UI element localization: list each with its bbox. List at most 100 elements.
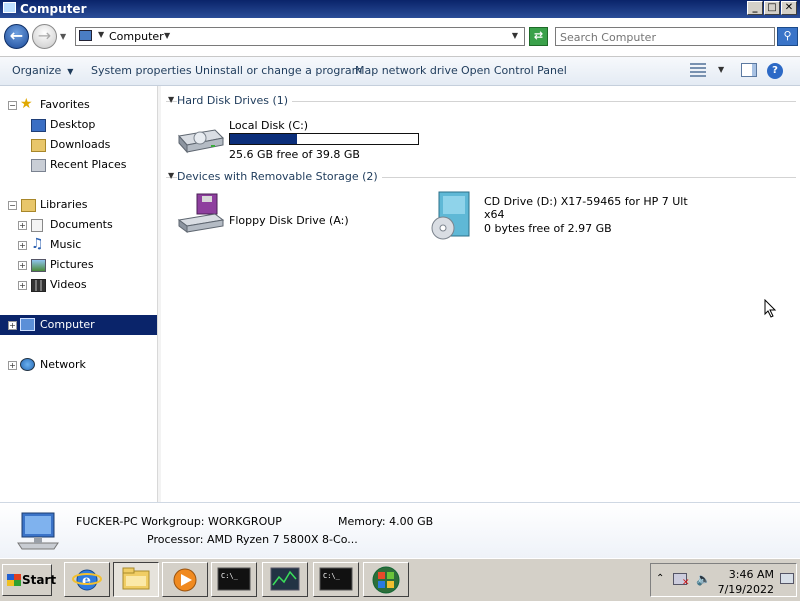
show-hidden-icons-icon[interactable]: ⌃ bbox=[656, 573, 664, 584]
organize-menu[interactable]: Organize ▼ bbox=[12, 64, 73, 77]
expand-icon[interactable]: + bbox=[18, 261, 27, 270]
title-bar: Computer _ □ ✕ bbox=[0, 0, 800, 18]
nav-music[interactable]: + ♫ Music bbox=[0, 236, 157, 254]
group-title-removable: Devices with Removable Storage (2) bbox=[177, 170, 382, 183]
preview-pane-icon[interactable] bbox=[741, 63, 757, 77]
view-options-dropdown-icon[interactable]: ▼ bbox=[718, 65, 724, 74]
hard-drive-icon bbox=[178, 129, 225, 154]
nav-recent-places[interactable]: Recent Places bbox=[0, 156, 157, 174]
clock-time[interactable]: 3:46 AM bbox=[729, 568, 774, 581]
address-bar-row: ← → ▼ ▼ Computer ▼ ▼ ⇄ ⚲ bbox=[0, 18, 800, 57]
svg-text:C:\_: C:\_ bbox=[323, 572, 341, 580]
drive-cd[interactable]: CD Drive (D:) X17-59465 for HP 7 Ult x64… bbox=[429, 190, 688, 242]
windows-explorer-icon bbox=[122, 567, 150, 590]
window-title: Computer bbox=[20, 2, 87, 16]
nav-documents-label: Documents bbox=[50, 218, 113, 231]
taskbar-internet-explorer[interactable]: e bbox=[64, 562, 110, 597]
breadcrumb-computer[interactable]: Computer bbox=[109, 30, 164, 43]
taskbar: Start e C:\_ C:\_ ⌃ ✕ 🔈 3:46 AM 7/19/202… bbox=[0, 558, 800, 601]
group-header-removable-storage[interactable]: ▼ Devices with Removable Storage (2) bbox=[166, 170, 796, 184]
nav-libraries[interactable]: − Libraries bbox=[0, 196, 157, 214]
svg-text:C:\_: C:\_ bbox=[221, 572, 239, 580]
search-box[interactable] bbox=[555, 27, 775, 46]
expand-icon[interactable]: + bbox=[18, 221, 27, 230]
expand-icon[interactable]: + bbox=[18, 241, 27, 250]
nav-downloads[interactable]: Downloads bbox=[0, 136, 157, 154]
drive-local-disk[interactable]: Local Disk (C:) 25.6 GB free of 39.8 GB bbox=[175, 116, 425, 161]
taskbar-media-player[interactable] bbox=[162, 562, 208, 597]
address-box[interactable]: ▼ Computer ▼ ▼ bbox=[75, 27, 525, 46]
pictures-icon bbox=[31, 259, 46, 272]
address-dropdown-icon[interactable]: ▼ bbox=[512, 31, 518, 40]
nav-network[interactable]: + Network bbox=[0, 356, 157, 374]
workgroup-value: Workgroup: WORKGROUP bbox=[141, 515, 282, 528]
content-pane: ▼ Hard Disk Drives (1) Local Disk (C:) 2… bbox=[161, 86, 800, 502]
system-properties-button[interactable]: System properties bbox=[91, 64, 192, 77]
expand-icon[interactable]: + bbox=[8, 321, 17, 330]
expand-icon[interactable]: + bbox=[8, 361, 17, 370]
open-control-panel-button[interactable]: Open Control Panel bbox=[461, 64, 567, 77]
taskbar-windows-orb[interactable] bbox=[363, 562, 409, 597]
nav-computer[interactable]: + Computer bbox=[0, 315, 157, 335]
nav-desktop[interactable]: Desktop bbox=[0, 116, 157, 134]
breadcrumb-separator-icon[interactable]: ▼ bbox=[98, 30, 104, 39]
nav-favorites-label: Favorites bbox=[40, 98, 90, 111]
libraries-icon bbox=[21, 199, 36, 212]
search-input[interactable] bbox=[558, 29, 772, 45]
map-network-drive-button[interactable]: Map network drive bbox=[355, 64, 458, 77]
drive-label: CD Drive (D:) X17-59465 for HP 7 Ult bbox=[484, 195, 688, 208]
nav-videos-label: Videos bbox=[50, 278, 87, 291]
change-view-icon[interactable] bbox=[690, 63, 706, 77]
recent-pages-dropdown-icon[interactable]: ▼ bbox=[60, 32, 66, 41]
desktop-icon bbox=[31, 119, 46, 132]
memory-value: Memory: 4.00 GB bbox=[338, 515, 434, 528]
nav-libraries-label: Libraries bbox=[40, 198, 88, 211]
collapse-group-icon[interactable]: ▼ bbox=[168, 171, 174, 180]
music-note-icon: ♫ bbox=[31, 236, 44, 252]
collapse-icon[interactable]: − bbox=[8, 201, 17, 210]
organize-label: Organize bbox=[12, 64, 62, 77]
network-icon bbox=[20, 358, 35, 371]
maximize-button[interactable]: □ bbox=[764, 1, 780, 15]
nav-documents[interactable]: + Documents bbox=[0, 216, 157, 234]
show-desktop-icon[interactable] bbox=[780, 573, 794, 584]
processor-value: Processor: AMD Ryzen 7 5800X 8-Co... bbox=[147, 533, 358, 546]
drive-free-space: 0 bytes free of 2.97 GB bbox=[484, 222, 612, 235]
nav-pictures[interactable]: + Pictures bbox=[0, 256, 157, 274]
nav-pictures-label: Pictures bbox=[50, 258, 94, 271]
back-button[interactable]: ← bbox=[4, 24, 29, 49]
media-player-icon bbox=[173, 568, 197, 592]
capacity-bar-fill bbox=[230, 134, 298, 144]
group-header-hard-disk-drives[interactable]: ▼ Hard Disk Drives (1) bbox=[166, 94, 796, 108]
cd-drive-icon bbox=[431, 191, 470, 240]
command-prompt-icon: C:\_ bbox=[217, 567, 251, 591]
svg-text:e: e bbox=[82, 573, 91, 589]
volume-muted-icon[interactable]: 🔈 bbox=[696, 572, 711, 586]
windows-orb-icon bbox=[372, 566, 400, 594]
computer-icon bbox=[3, 2, 16, 13]
search-icon[interactable]: ⚲ bbox=[777, 27, 798, 46]
collapse-icon[interactable]: − bbox=[8, 101, 17, 110]
nav-favorites[interactable]: − ★ Favorites bbox=[0, 96, 157, 114]
taskbar-task-manager[interactable] bbox=[262, 562, 308, 597]
close-button[interactable]: ✕ bbox=[781, 1, 797, 15]
nav-videos[interactable]: + Videos bbox=[0, 276, 157, 294]
help-icon[interactable]: ? bbox=[767, 63, 783, 79]
command-prompt-icon: C:\_ bbox=[319, 567, 353, 591]
expand-icon[interactable]: + bbox=[18, 281, 27, 290]
drive-label: Floppy Disk Drive (A:) bbox=[229, 214, 349, 227]
taskbar-command-prompt-1[interactable]: C:\_ bbox=[211, 562, 257, 597]
videos-icon bbox=[31, 279, 46, 292]
start-button[interactable]: Start bbox=[2, 564, 56, 596]
breadcrumb-chevron-icon[interactable]: ▼ bbox=[164, 31, 170, 40]
collapse-group-icon[interactable]: ▼ bbox=[168, 95, 174, 104]
clock-date[interactable]: 7/19/2022 bbox=[718, 583, 774, 596]
forward-button[interactable]: → bbox=[32, 24, 57, 49]
taskbar-command-prompt-2[interactable]: C:\_ bbox=[313, 562, 359, 597]
uninstall-program-button[interactable]: Uninstall or change a program bbox=[195, 64, 362, 77]
nav-desktop-label: Desktop bbox=[50, 118, 96, 131]
taskbar-windows-explorer[interactable] bbox=[113, 562, 159, 597]
minimize-button[interactable]: _ bbox=[747, 1, 763, 15]
refresh-button[interactable]: ⇄ bbox=[529, 27, 548, 46]
drive-floppy[interactable]: Floppy Disk Drive (A:) bbox=[175, 192, 415, 238]
